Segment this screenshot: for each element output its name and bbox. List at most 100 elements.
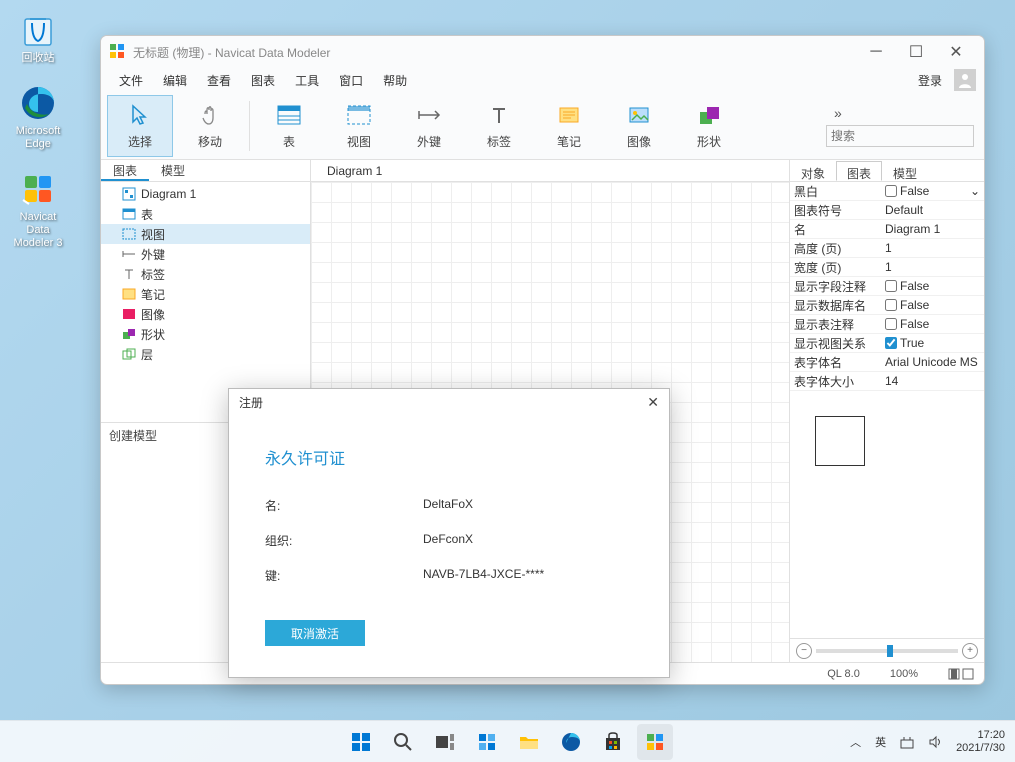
menu-help[interactable]: 帮助 xyxy=(373,69,417,92)
table-icon xyxy=(275,101,303,129)
taskbar-store[interactable] xyxy=(595,724,631,760)
tool-select[interactable]: 选择 xyxy=(107,95,173,157)
search-input[interactable] xyxy=(831,129,985,143)
tree-image[interactable]: 图像 xyxy=(101,304,310,324)
prop-row[interactable]: 图表符号Default xyxy=(790,201,984,220)
tree-diagram1[interactable]: Diagram 1 xyxy=(101,184,310,204)
tool-view[interactable]: 视图 xyxy=(326,95,392,157)
tree-view[interactable]: 视图 xyxy=(101,224,310,244)
tree-note[interactable]: 笔记 xyxy=(101,284,310,304)
tree-layer[interactable]: 层 xyxy=(101,344,310,364)
shape-icon xyxy=(695,101,723,129)
shape-small-icon xyxy=(121,326,137,342)
prop-row[interactable]: 黑白False⌄ xyxy=(790,182,984,201)
tree-fk[interactable]: 外键 xyxy=(101,244,310,264)
dialog-row-key: 键:NAVB-7LB4-JXCE-**** xyxy=(265,567,633,584)
deactivate-button[interactable]: 取消激活 xyxy=(265,620,365,646)
toolbar-expand-icon[interactable]: » xyxy=(834,105,842,121)
taskbar-widgets[interactable] xyxy=(469,724,505,760)
desktop-recycle-bin[interactable]: 回收站 xyxy=(8,10,68,65)
tool-image[interactable]: 图像 xyxy=(606,95,672,157)
menu-window[interactable]: 窗口 xyxy=(329,69,373,92)
tree-shape[interactable]: 形状 xyxy=(101,324,310,344)
prop-row[interactable]: 显示字段注释False xyxy=(790,277,984,296)
status-zoom: 100% xyxy=(890,668,918,680)
register-dialog: 注册 ✕ 永久许可证 名:DeltaFoX 组织:DeFconX 键:NAVB-… xyxy=(228,388,670,678)
login-button[interactable]: 登录 xyxy=(910,69,950,92)
desktop-navicat[interactable]: Navicat Data Modeler 3 xyxy=(8,169,68,250)
menu-view[interactable]: 查看 xyxy=(197,69,241,92)
right-tab-model[interactable]: 模型 xyxy=(882,161,928,181)
prop-row[interactable]: 表字体大小14 xyxy=(790,372,984,391)
taskbar-taskview[interactable] xyxy=(427,724,463,760)
prop-checkbox[interactable] xyxy=(885,318,897,330)
tool-note[interactable]: 笔记 xyxy=(536,95,602,157)
dialog-heading: 永久许可证 xyxy=(265,445,633,469)
dialog-close-button[interactable]: ✕ xyxy=(647,394,659,411)
object-tree: Diagram 1 表 视图 外键 标签 笔记 图像 形状 层 xyxy=(101,182,310,422)
prop-checkbox[interactable] xyxy=(885,280,897,292)
tree-table[interactable]: 表 xyxy=(101,204,310,224)
zoom-in-button[interactable]: + xyxy=(962,643,978,659)
zoom-bar: − + xyxy=(790,638,984,662)
tool-shape[interactable]: 形状 xyxy=(676,95,742,157)
start-button[interactable] xyxy=(343,724,379,760)
user-avatar[interactable] xyxy=(954,69,976,91)
volume-icon[interactable] xyxy=(928,735,942,749)
left-tab-model[interactable]: 模型 xyxy=(149,160,197,181)
menu-bar: 文件 编辑 查看 图表 工具 窗口 帮助 登录 xyxy=(101,68,984,92)
prop-checkbox[interactable] xyxy=(885,299,897,311)
menu-file[interactable]: 文件 xyxy=(109,69,153,92)
prop-checkbox[interactable] xyxy=(885,185,897,197)
prop-row[interactable]: 高度 (页)1 xyxy=(790,239,984,258)
diag-icon xyxy=(121,186,137,202)
prop-row[interactable]: 显示视图关系True xyxy=(790,334,984,353)
desktop-edge[interactable]: Microsoft Edge xyxy=(8,83,68,151)
right-tab-diagram[interactable]: 图表 xyxy=(836,161,882,181)
dropdown-icon[interactable]: ⌄ xyxy=(970,184,984,198)
right-panel: 对象 图表 模型 黑白False⌄图表符号Default名Diagram 1高度… xyxy=(789,160,984,662)
prop-row[interactable]: 显示表注释False xyxy=(790,315,984,334)
taskbar-edge[interactable] xyxy=(553,724,589,760)
zoom-slider[interactable] xyxy=(816,649,958,653)
tool-table[interactable]: 表 xyxy=(256,95,322,157)
menu-edit[interactable]: 编辑 xyxy=(153,69,197,92)
minimize-button[interactable]: ─ xyxy=(856,38,896,66)
taskbar-search[interactable] xyxy=(385,724,421,760)
tool-foreignkey[interactable]: 外键 xyxy=(396,95,462,157)
cursor-icon xyxy=(126,101,154,129)
dialog-row-org: 组织:DeFconX xyxy=(265,532,633,549)
maximize-button[interactable]: ☐ xyxy=(896,38,936,66)
canvas-tab[interactable]: Diagram 1 xyxy=(315,162,394,180)
network-icon[interactable] xyxy=(900,735,914,749)
menu-diagram[interactable]: 图表 xyxy=(241,69,285,92)
zoom-out-button[interactable]: − xyxy=(796,643,812,659)
hand-icon xyxy=(196,101,224,129)
image-small-icon xyxy=(121,306,137,322)
tray-chevron-icon[interactable]: ︿ xyxy=(850,734,861,750)
status-view-icons[interactable] xyxy=(948,668,976,680)
taskbar-explorer[interactable] xyxy=(511,724,547,760)
prop-row[interactable]: 名Diagram 1 xyxy=(790,220,984,239)
toolbar: 选择 移动 表 视图 外键 标签 笔记 图像 xyxy=(101,92,984,160)
edge-icon xyxy=(18,83,58,123)
prop-row[interactable]: 宽度 (页)1 xyxy=(790,258,984,277)
left-tab-diagram[interactable]: 图表 xyxy=(101,160,149,181)
dialog-row-name: 名:DeltaFoX xyxy=(265,497,633,514)
close-button[interactable]: ✕ xyxy=(936,38,976,66)
clock[interactable]: 17:20 2021/7/30 xyxy=(956,729,1005,755)
taskbar: ︿ 英 17:20 2021/7/30 xyxy=(0,720,1015,762)
prop-checkbox[interactable] xyxy=(885,337,897,349)
tree-label[interactable]: 标签 xyxy=(101,264,310,284)
tool-label[interactable]: 标签 xyxy=(466,95,532,157)
taskbar-navicat[interactable] xyxy=(637,724,673,760)
tool-move[interactable]: 移动 xyxy=(177,95,243,157)
right-tab-object[interactable]: 对象 xyxy=(790,161,836,181)
search-box[interactable] xyxy=(826,125,974,147)
prop-row[interactable]: 显示数据库名False xyxy=(790,296,984,315)
prop-row[interactable]: 表字体名Arial Unicode MS xyxy=(790,353,984,372)
ime-indicator[interactable]: 英 xyxy=(875,734,886,750)
menu-tools[interactable]: 工具 xyxy=(285,69,329,92)
title-bar: 无标题 (物理) - Navicat Data Modeler ─ ☐ ✕ xyxy=(101,36,984,68)
view-small-icon xyxy=(121,226,137,242)
